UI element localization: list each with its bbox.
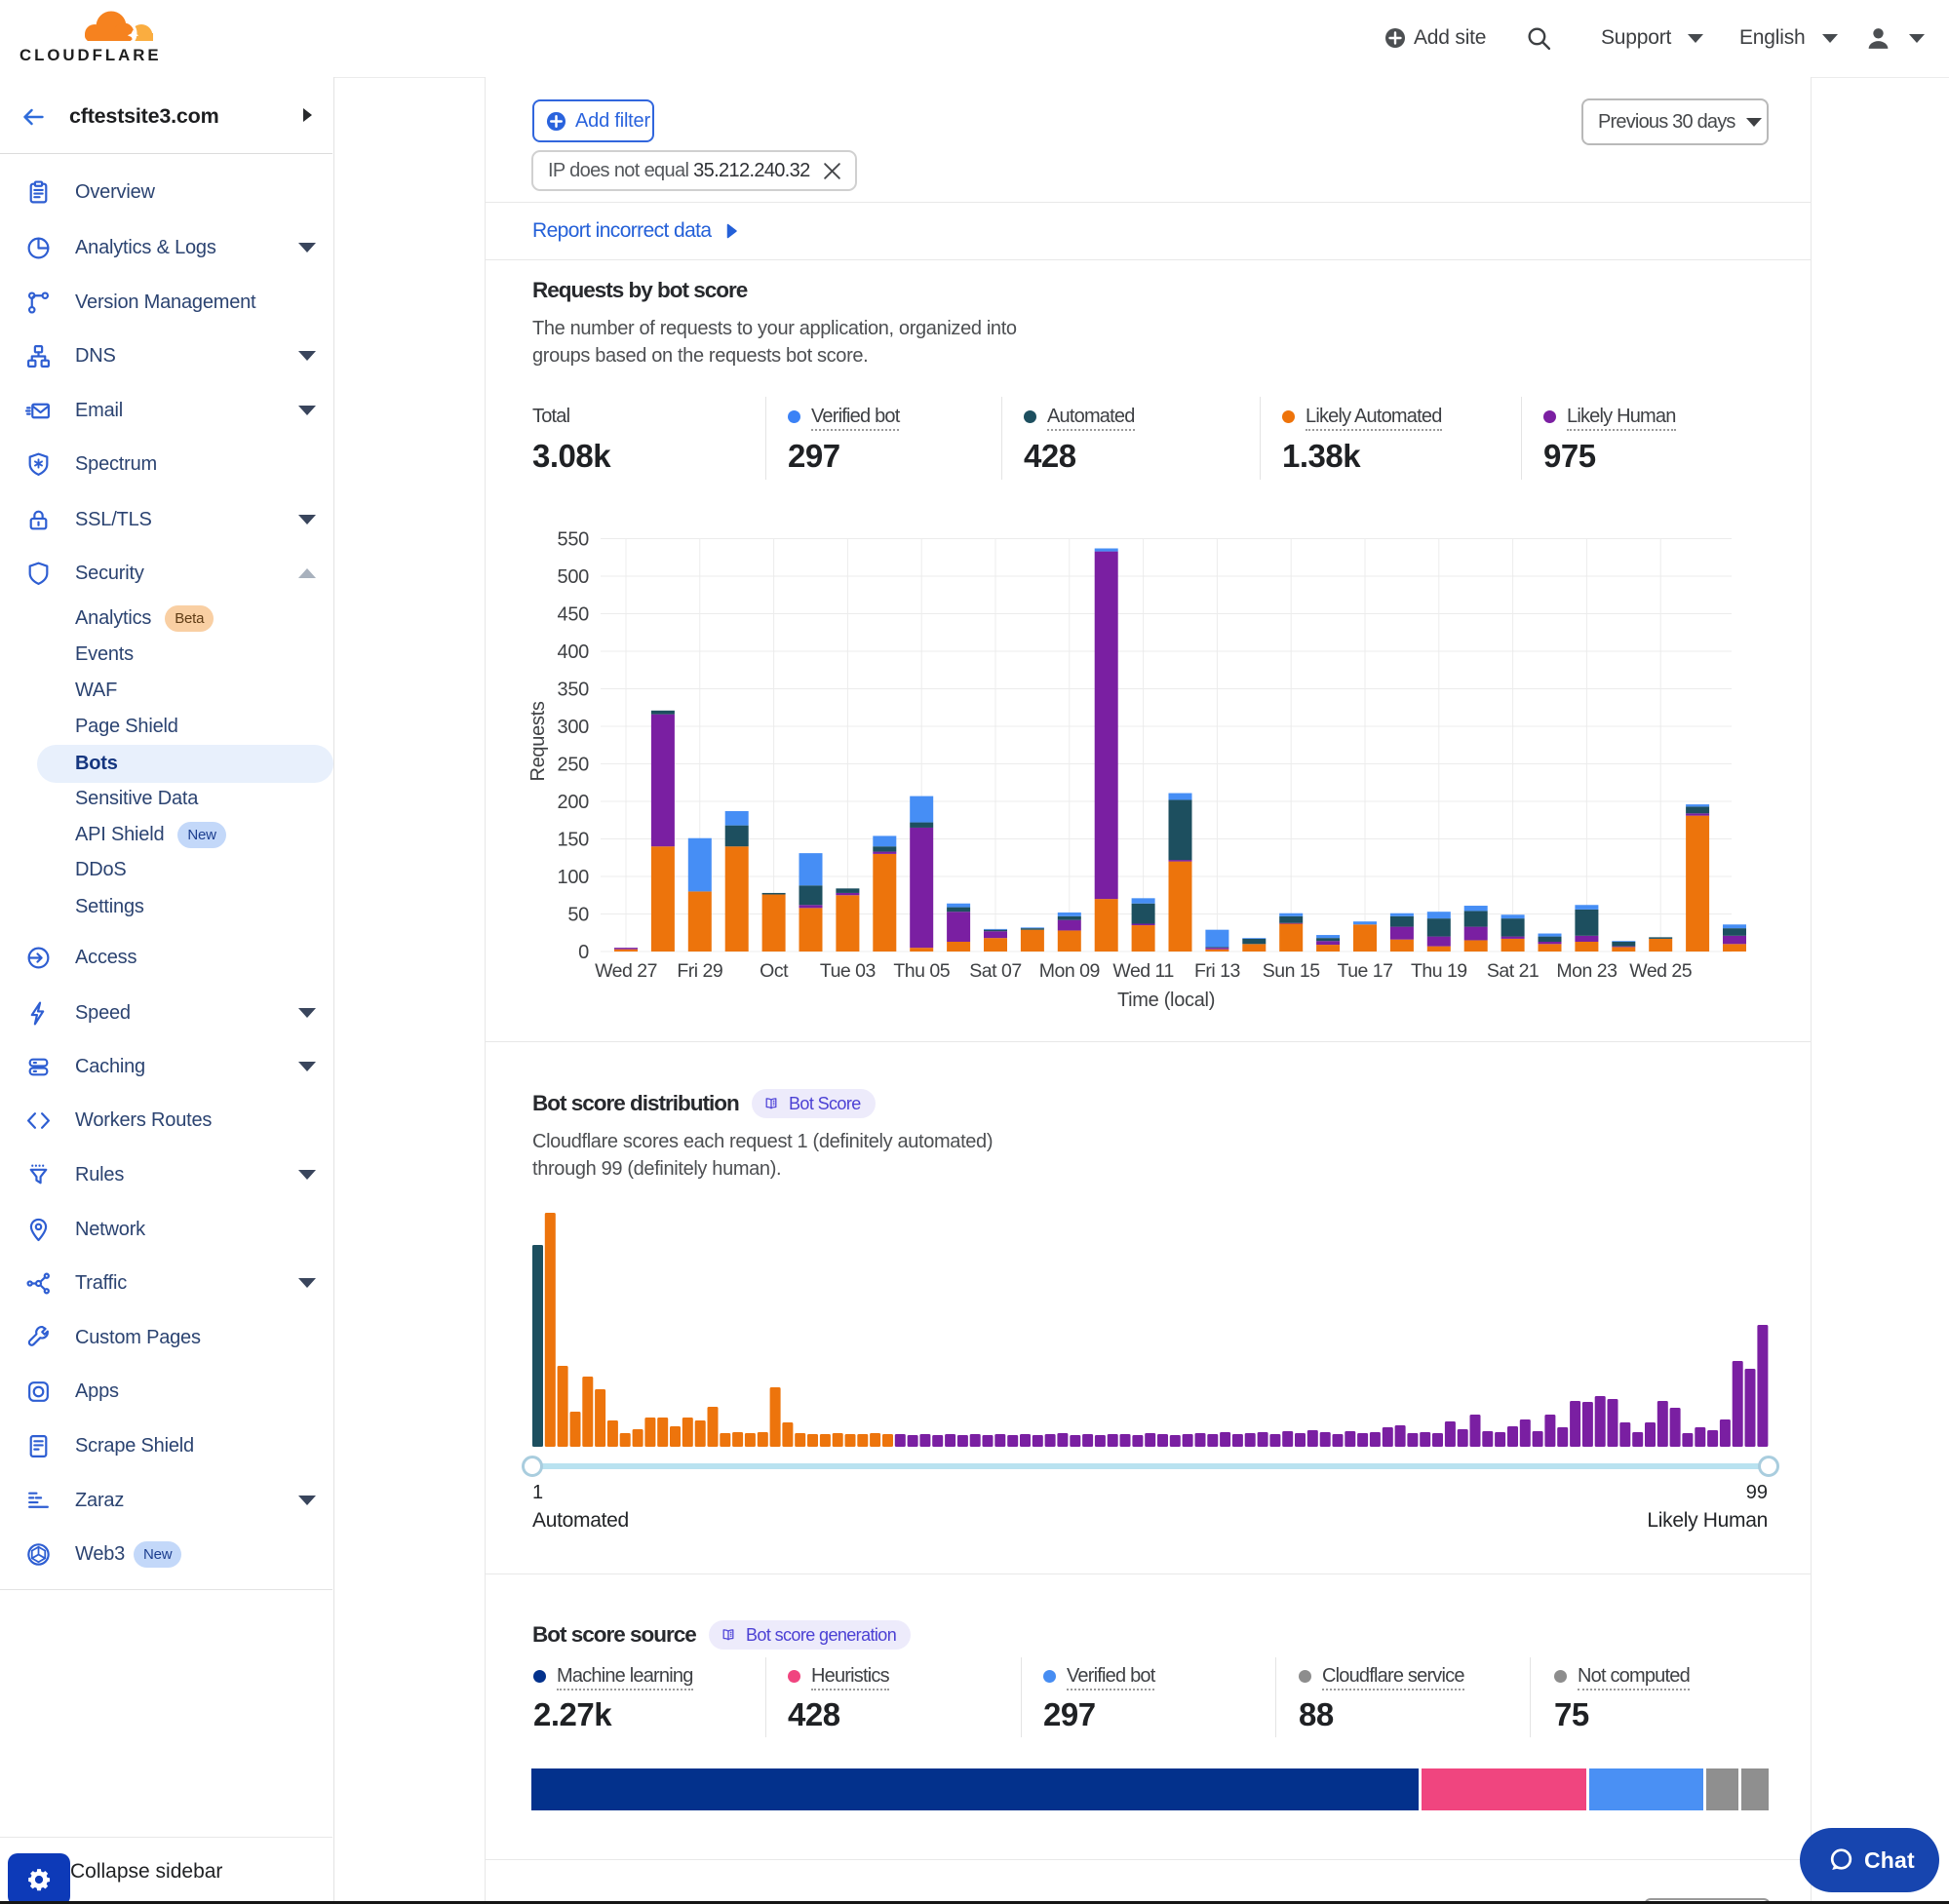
svg-text:Tue 03: Tue 03	[820, 960, 876, 982]
svg-text:50: 50	[567, 905, 589, 926]
svg-text:CLOUDFLARE: CLOUDFLARE	[19, 46, 162, 64]
svg-text:Requests: Requests	[527, 701, 549, 781]
svg-text:Wed 25: Wed 25	[1629, 960, 1693, 982]
svg-text:Sun 15: Sun 15	[1263, 960, 1320, 982]
svg-text:250: 250	[558, 755, 590, 776]
svg-text:Wed 11: Wed 11	[1112, 960, 1173, 982]
svg-text:200: 200	[558, 792, 590, 813]
svg-text:100: 100	[558, 867, 590, 888]
svg-text:Oct: Oct	[760, 960, 789, 982]
svg-text:Tue 17: Tue 17	[1338, 960, 1393, 982]
svg-text:Thu 05: Thu 05	[893, 960, 950, 982]
svg-text:Sat 07: Sat 07	[969, 960, 1021, 982]
svg-text:400: 400	[558, 641, 590, 663]
svg-text:Mon 09: Mon 09	[1039, 960, 1100, 982]
svg-text:Wed 27: Wed 27	[595, 960, 657, 982]
svg-text:500: 500	[558, 566, 590, 588]
svg-text:Mon 23: Mon 23	[1556, 960, 1617, 982]
svg-text:Thu 19: Thu 19	[1411, 960, 1467, 982]
svg-text:450: 450	[558, 604, 590, 626]
svg-text:Fri 29: Fri 29	[677, 960, 722, 982]
svg-text:350: 350	[558, 680, 590, 701]
svg-text:550: 550	[558, 529, 590, 551]
svg-text:300: 300	[558, 717, 590, 738]
svg-text:Time (local): Time (local)	[1117, 990, 1215, 1011]
svg-text:Fri 13: Fri 13	[1194, 960, 1240, 982]
svg-text:0: 0	[578, 942, 589, 963]
svg-text:150: 150	[558, 830, 590, 851]
svg-text:Sat 21: Sat 21	[1487, 960, 1539, 982]
